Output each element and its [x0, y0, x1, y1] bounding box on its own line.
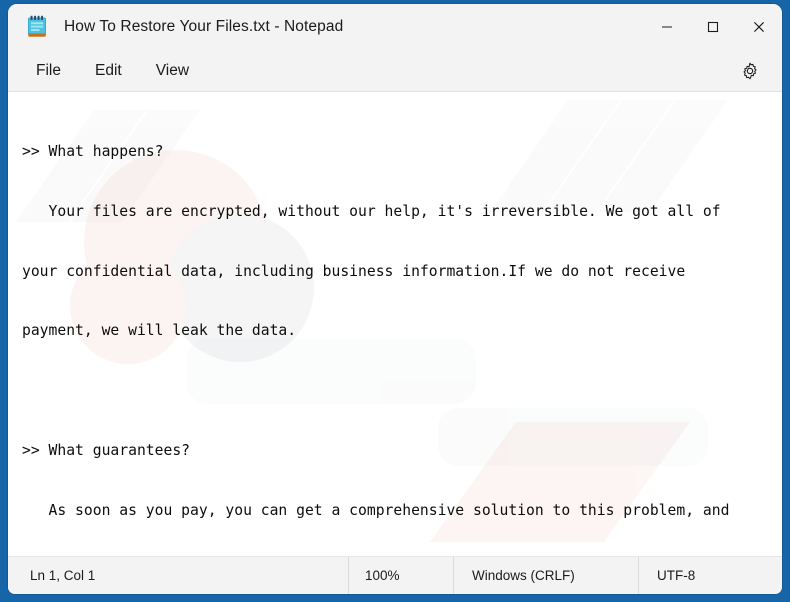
minimize-button[interactable] — [644, 4, 690, 50]
status-line-ending[interactable]: Windows (CRLF) — [453, 557, 638, 594]
notepad-icon — [26, 15, 48, 39]
status-bar: Ln 1, Col 1 100% Windows (CRLF) UTF-8 — [8, 556, 782, 594]
text-line: >> What happens? — [22, 142, 164, 160]
close-button[interactable] — [736, 4, 782, 50]
title-bar[interactable]: How To Restore Your Files.txt - Notepad — [8, 4, 782, 50]
text-line: Your files are encrypted, without our he… — [22, 202, 721, 220]
text-editor-area[interactable]: >> What happens? Your files are encrypte… — [8, 92, 782, 556]
status-cursor-position: Ln 1, Col 1 — [30, 568, 96, 583]
menu-item-view[interactable]: View — [144, 57, 201, 85]
menu-item-file[interactable]: File — [24, 57, 73, 85]
text-line: As soon as you pay, you can get a compre… — [22, 502, 730, 520]
window-title: How To Restore Your Files.txt - Notepad — [64, 18, 344, 35]
text-line-blank — [22, 381, 778, 401]
text-line: payment, we will leak the data. — [22, 322, 297, 340]
menu-bar: File Edit View — [8, 50, 782, 92]
text-line: >> What guarantees? — [22, 442, 191, 460]
menu-item-edit[interactable]: Edit — [83, 57, 134, 85]
text-line: your confidential data, including busine… — [22, 262, 686, 280]
status-encoding[interactable]: UTF-8 — [638, 557, 782, 594]
status-zoom-level[interactable]: 100% — [348, 557, 453, 594]
gear-icon[interactable] — [734, 55, 766, 87]
notepad-window: How To Restore Your Files.txt - Notepad — [8, 4, 782, 594]
window-controls — [644, 4, 782, 50]
maximize-button[interactable] — [690, 4, 736, 50]
document-text[interactable]: >> What happens? Your files are encrypte… — [8, 92, 782, 556]
